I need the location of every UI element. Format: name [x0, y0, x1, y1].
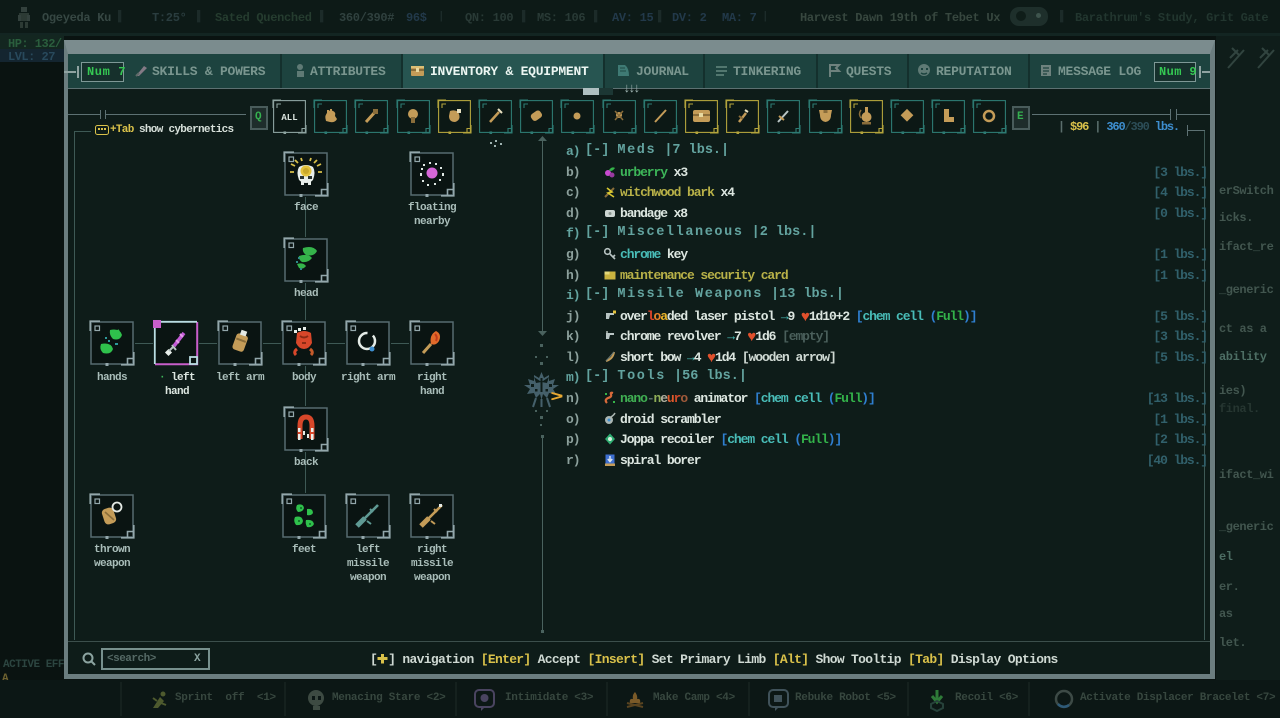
svg-text:ALL: ALL [281, 113, 297, 123]
